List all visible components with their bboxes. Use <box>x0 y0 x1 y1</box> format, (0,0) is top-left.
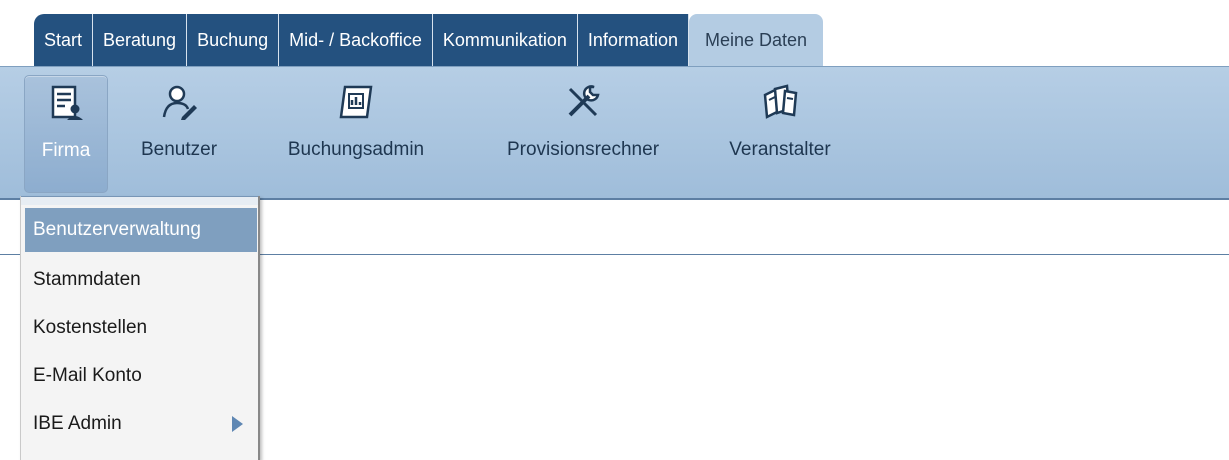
menu-item-kostenstellen[interactable]: Kostenstellen <box>25 306 257 350</box>
menu-item-email-konto[interactable]: E-Mail Konto <box>25 354 257 398</box>
menu-item-label: E-Mail Konto <box>33 365 142 386</box>
menu-item-stammdaten[interactable]: Stammdaten <box>25 258 257 302</box>
company-document-icon <box>51 85 83 120</box>
firma-dropdown-menu: Benutzerverwaltung Stammdaten Kostenstel… <box>20 196 260 460</box>
tab-meine-daten[interactable]: Meine Daten <box>688 14 824 66</box>
menu-top-edge <box>21 196 258 205</box>
veranstalter-label: Veranstalter <box>729 139 831 160</box>
firma-label: Firma <box>41 140 91 161</box>
user-edit-icon <box>162 85 197 120</box>
benutzer-button[interactable]: Benutzer <box>124 75 234 193</box>
veranstalter-button[interactable]: Veranstalter <box>706 75 854 193</box>
booking-admin-icon <box>339 85 373 119</box>
provisionsrechner-button[interactable]: Provisionsrechner <box>472 75 694 193</box>
menu-item-label: Benutzerverwaltung <box>33 219 201 240</box>
tab-information[interactable]: Information <box>577 14 689 66</box>
tab-kommunikation[interactable]: Kommunikation <box>432 14 578 66</box>
benutzer-label: Benutzer <box>140 139 218 160</box>
provisionsrechner-label: Provisionsrechner <box>506 139 660 160</box>
menu-item-label: IBE Admin <box>33 413 122 434</box>
tab-start[interactable]: Start <box>34 14 94 66</box>
menu-item-benutzerverwaltung[interactable]: Benutzerverwaltung <box>25 208 257 252</box>
tab-buchung[interactable]: Buchung <box>187 14 280 66</box>
tools-icon <box>568 85 600 117</box>
ribbon-toolbar: Firma Benutzer Buchungsadmin Provisionsr… <box>0 66 1229 200</box>
menu-item-label: Stammdaten <box>33 269 141 290</box>
firma-button[interactable]: Firma <box>24 75 108 193</box>
brochures-icon <box>763 84 798 119</box>
tab-mid-backoffice[interactable]: Mid- / Backoffice <box>279 14 433 66</box>
menu-item-label: Kostenstellen <box>33 317 148 338</box>
buchungsadmin-label: Buchungsadmin <box>287 139 425 160</box>
buchungsadmin-button[interactable]: Buchungsadmin <box>256 75 456 193</box>
menu-item-ibe-admin[interactable]: IBE Admin <box>25 402 257 446</box>
submenu-arrow-icon <box>232 416 243 432</box>
tab-beratung[interactable]: Beratung <box>93 14 188 66</box>
main-tab-bar: Start Beratung Buchung Mid- / Backoffice… <box>34 14 824 66</box>
